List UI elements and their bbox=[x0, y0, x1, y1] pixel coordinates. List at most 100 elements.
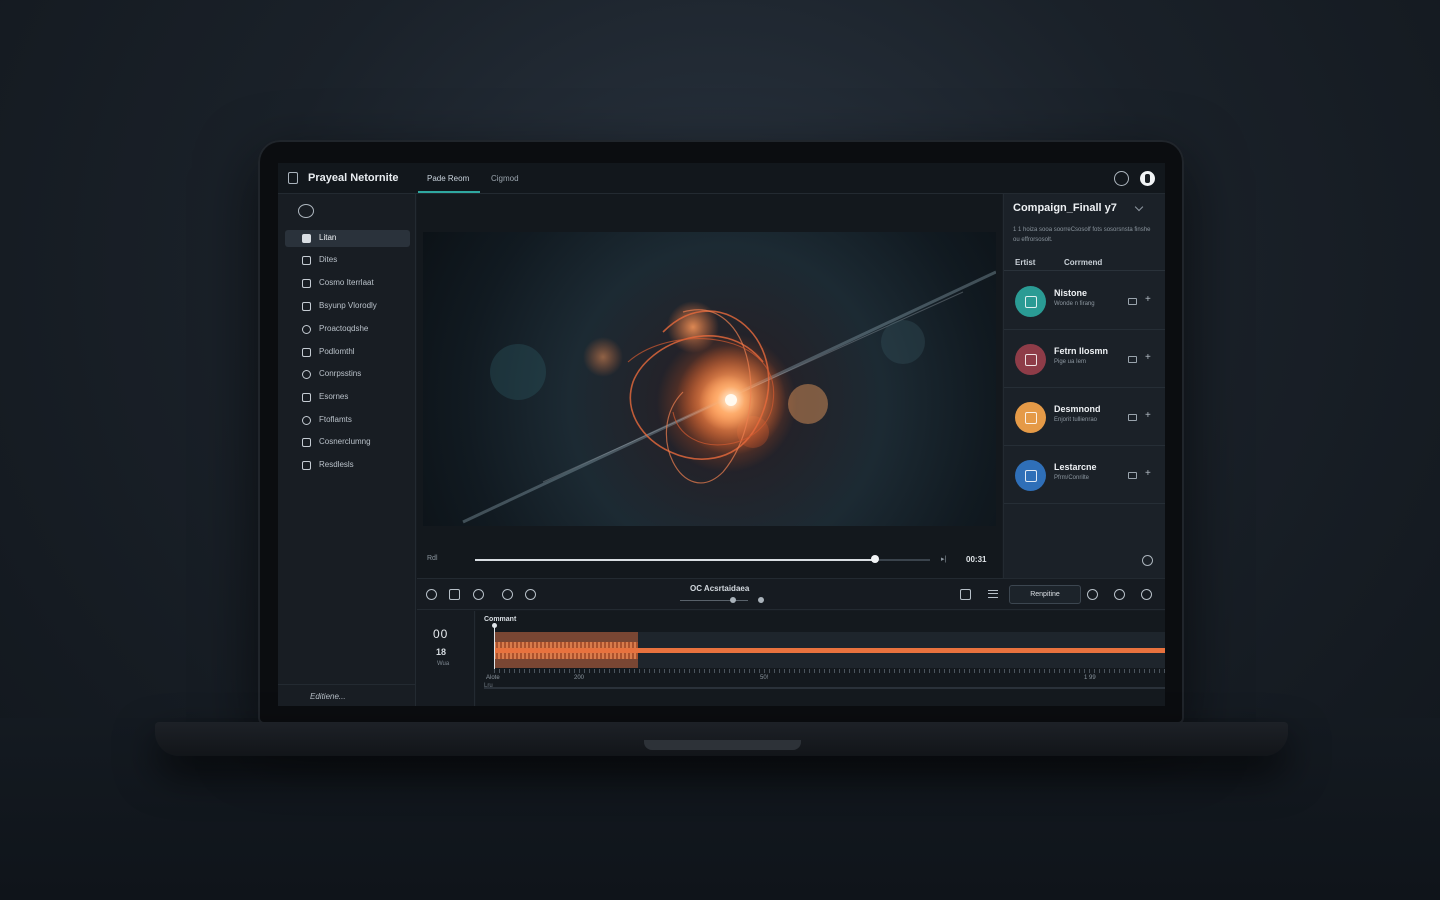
asset-item[interactable]: Lestarcne Pfrm/Conrilte + bbox=[1004, 446, 1165, 504]
asset-item[interactable]: Fetrn Ilosmn Pige ua Iem + bbox=[1004, 330, 1165, 388]
add-icon[interactable]: + bbox=[1145, 410, 1151, 421]
preview-icon[interactable] bbox=[1128, 356, 1137, 363]
refresh-icon[interactable] bbox=[1142, 555, 1153, 566]
triangle-icon bbox=[302, 438, 311, 447]
asset-subtitle: Pige ua Iem bbox=[1054, 359, 1087, 365]
logo-icon bbox=[298, 204, 314, 218]
redo-icon[interactable] bbox=[502, 589, 513, 600]
video-preview[interactable] bbox=[423, 232, 996, 526]
sidebar-item-label: Esornes bbox=[319, 392, 349, 401]
tab-pade-reom[interactable]: Pade Reom bbox=[427, 174, 469, 183]
sidebar-footer-link[interactable]: Editiene... bbox=[310, 692, 346, 701]
asset-name: Fetrn Ilosmn bbox=[1054, 346, 1109, 356]
mask-icon[interactable] bbox=[473, 589, 484, 600]
add-icon[interactable]: + bbox=[1145, 294, 1151, 305]
skip-icon[interactable]: ▸| bbox=[941, 555, 946, 563]
divider bbox=[278, 684, 416, 685]
sidebar-item-conrpsstins[interactable]: Conrpsstins bbox=[285, 366, 410, 383]
panel-title: Compaign_Finall y7 bbox=[1013, 202, 1117, 214]
sidebar-item-dites[interactable]: Dites bbox=[285, 252, 410, 269]
scrub-progress bbox=[475, 559, 876, 561]
timeline-scrollbar[interactable] bbox=[484, 687, 1165, 689]
music-icon bbox=[1015, 344, 1046, 375]
lock-icon[interactable] bbox=[1141, 589, 1152, 600]
asset-panel: Compaign_Finall y7 1 1 hoiza sooa soorre… bbox=[1003, 194, 1165, 578]
sidebar-item-resdlesls[interactable]: Resdlesls bbox=[285, 457, 410, 474]
divider bbox=[1004, 270, 1165, 271]
zoom-slider[interactable] bbox=[680, 600, 748, 601]
waveform bbox=[494, 648, 1165, 653]
share-icon[interactable] bbox=[1087, 589, 1098, 600]
sidebar-item-label: Conrpsstins bbox=[319, 369, 362, 378]
history-icon[interactable] bbox=[1114, 589, 1125, 600]
playback-controls: Rdl ▸| 00:31 bbox=[423, 552, 996, 568]
cut-icon[interactable] bbox=[449, 589, 460, 600]
asset-subtitle: Wonde n firang bbox=[1054, 301, 1095, 307]
timecode-counter: 00 bbox=[433, 627, 449, 641]
tab-corrmend[interactable]: Corrmend bbox=[1064, 258, 1102, 267]
playhead[interactable] bbox=[494, 625, 495, 670]
link-icon[interactable] bbox=[960, 589, 971, 600]
settings-icon[interactable] bbox=[525, 589, 536, 600]
tab-ertist[interactable]: Ertist bbox=[1015, 258, 1035, 267]
scrub-handle[interactable] bbox=[871, 555, 880, 563]
clock-icon bbox=[302, 325, 311, 334]
ruler-tick-label: 200 bbox=[574, 675, 585, 681]
asset-subtitle: Pfrm/Conrilte bbox=[1054, 475, 1090, 481]
panel-description: 1 1 hoiza sooa soorreCsosolf fots sosors… bbox=[1013, 227, 1151, 243]
globe-icon bbox=[302, 370, 311, 379]
sidebar: Litan Dites Cosmo Iterrlaat Bsyunp Vloro… bbox=[278, 194, 416, 706]
image-icon bbox=[302, 393, 311, 402]
add-icon[interactable]: + bbox=[1145, 468, 1151, 479]
account-icon[interactable] bbox=[1140, 171, 1155, 186]
sidebar-item-label: Resdlesls bbox=[319, 460, 354, 469]
asset-subtitle: Enjorit tullienrao bbox=[1054, 417, 1098, 423]
ruler-tick-label: Alote bbox=[486, 675, 500, 681]
timeline-toolbar: OC Acsrtaidaea Renpitine bbox=[417, 578, 1165, 610]
sidebar-item-cosnerclumng[interactable]: Cosnerclumng bbox=[285, 434, 410, 451]
sidebar-item-podlomthl[interactable]: Podlomthl bbox=[285, 344, 410, 361]
playhead-handle[interactable] bbox=[492, 623, 497, 628]
image-icon bbox=[1015, 402, 1046, 433]
video-frame-graphic bbox=[462, 270, 996, 524]
timeline: Commant Alote 200 50! 1 99 Lru bbox=[476, 611, 1165, 706]
sidebar-item-proactoqdshe[interactable]: Proactoqdshe bbox=[285, 321, 410, 338]
add-icon[interactable]: + bbox=[1145, 352, 1151, 363]
frame-counter: 18 bbox=[436, 647, 447, 657]
sidebar-item-esornes[interactable]: Esornes bbox=[285, 389, 410, 406]
tab-cigmod[interactable]: Cigmod bbox=[491, 174, 519, 183]
menu-icon[interactable] bbox=[988, 590, 998, 598]
asset-name: Nistone bbox=[1054, 288, 1088, 298]
sidebar-item-label: Litan bbox=[319, 233, 337, 242]
ruler-tick-label: 1 99 bbox=[1084, 675, 1096, 681]
zoom-handle[interactable] bbox=[730, 597, 737, 603]
asset-name: Lestarcne bbox=[1054, 462, 1097, 472]
document-icon bbox=[288, 172, 298, 184]
volume-label[interactable]: Rdl bbox=[427, 555, 438, 562]
timecode-panel: 00 18 Wua bbox=[417, 611, 475, 706]
record-icon[interactable] bbox=[426, 589, 437, 600]
sidebar-item-litan[interactable]: Litan bbox=[285, 230, 410, 247]
asset-item[interactable]: Nistone Wonde n firang + bbox=[1004, 272, 1165, 330]
asset-item[interactable]: Desmnond Enjorit tullienrao + bbox=[1004, 388, 1165, 446]
folder-icon bbox=[302, 234, 311, 243]
star-icon bbox=[302, 302, 311, 311]
preview-icon[interactable] bbox=[1128, 472, 1137, 479]
audio-track[interactable] bbox=[494, 632, 1165, 668]
sidebar-item-ftoflamts[interactable]: Ftoflamts bbox=[285, 412, 410, 429]
sidebar-item-label: Cosmo Iterrlaat bbox=[319, 278, 374, 287]
sidebar-item-bsyunp[interactable]: Bsyunp Vlorodly bbox=[285, 298, 410, 315]
sidebar-item-label: Dites bbox=[319, 255, 338, 264]
toolbar-title: OC Acsrtaidaea bbox=[690, 584, 750, 593]
laptop-base bbox=[155, 722, 1288, 756]
users-icon bbox=[302, 461, 311, 470]
preview-icon[interactable] bbox=[1128, 414, 1137, 421]
asset-name: Desmnond bbox=[1054, 404, 1101, 414]
sidebar-item-cosmo[interactable]: Cosmo Iterrlaat bbox=[285, 275, 410, 292]
preview-icon[interactable] bbox=[1128, 298, 1137, 305]
sidebar-item-label: Bsyunp Vlorodly bbox=[319, 301, 377, 310]
help-icon[interactable] bbox=[1114, 171, 1129, 186]
chevron-down-icon[interactable] bbox=[1134, 202, 1144, 212]
render-button[interactable]: Renpitine bbox=[1009, 585, 1081, 604]
zoom-reset-icon[interactable] bbox=[758, 597, 764, 603]
